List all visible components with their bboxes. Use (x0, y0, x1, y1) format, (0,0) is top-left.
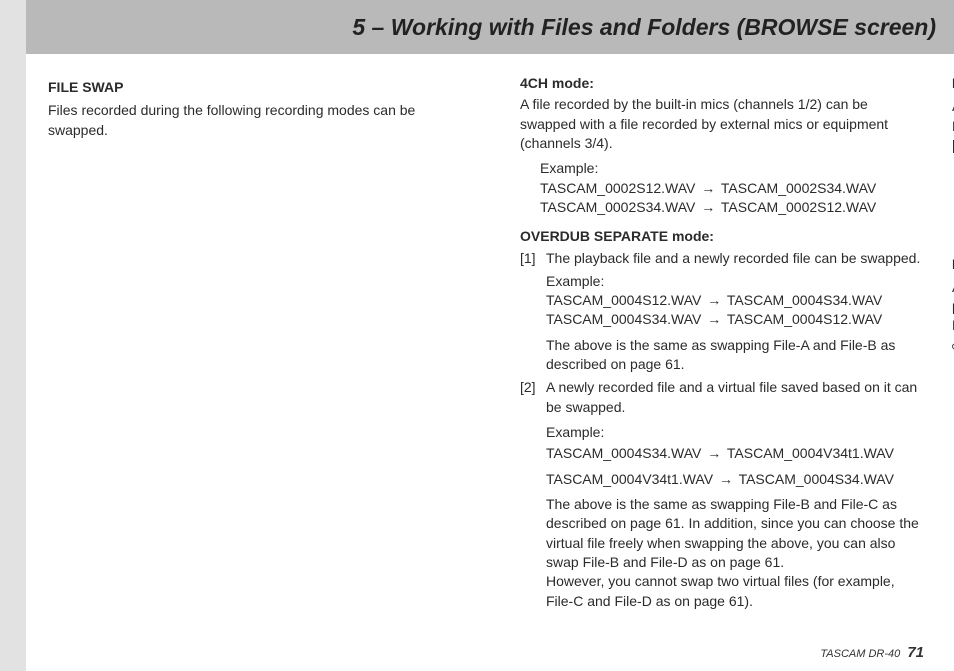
example-label: Example: (546, 272, 924, 291)
mode-4ch-body: A file recorded by the built-in mics (ch… (520, 95, 924, 153)
example-row: TASCAM_0002S34.WAV → TASCAM_0002S12.WAV (540, 198, 924, 217)
file-name: TASCAM_0004V34t1.WAV (727, 445, 894, 461)
file-name: TASCAM_0002S34.WAV (540, 199, 695, 215)
file-name: TASCAM_0002S12.WAV (540, 180, 695, 196)
example-row: TASCAM_0004S34.WAV → TASCAM_0004S12.WAV (546, 310, 924, 329)
list-number: [1] (520, 249, 546, 375)
page-footer: TASCAM DR-40 71 (820, 644, 924, 661)
example-label: Example: (540, 159, 924, 178)
file-name: TASCAM_0004V34t1.WAV (546, 471, 713, 487)
body-content: FILE SWAP Files recorded during the foll… (48, 74, 924, 631)
chapter-title: 5 – Working with Files and Folders (BROW… (352, 14, 936, 41)
mode-overdub-title: OVERDUB SEPARATE mode: (520, 227, 924, 246)
overdub-item2-body: A newly recorded file and a virtual file… (546, 378, 924, 417)
file-name: TASCAM_0004S34.WAV (546, 445, 701, 461)
overdub-item1-note: The above is the same as swapping File-A… (546, 336, 924, 375)
file-name: TASCAM_0004S34.WAV (739, 471, 894, 487)
example-row: TASCAM_0002S12.WAV → TASCAM_0002S34.WAV (540, 179, 924, 198)
arrow-icon: → (699, 179, 717, 198)
example-row: TASCAM_0004S34.WAV → TASCAM_0004V34t1.WA… (546, 444, 924, 463)
arrow-icon: → (705, 291, 723, 310)
footer-page-number: 71 (907, 644, 924, 661)
footer-model: TASCAM DR-40 (820, 648, 900, 660)
file-name: TASCAM_0004S34.WAV (546, 311, 701, 327)
file-name: TASCAM_0002S34.WAV (721, 180, 876, 196)
arrow-icon: → (717, 470, 735, 489)
example-label: Example: (546, 423, 924, 442)
file-swap-intro: Files recorded during the following reco… (48, 101, 472, 140)
file-name: TASCAM_0002S12.WAV (721, 199, 876, 215)
arrow-icon: → (705, 444, 723, 463)
overdub-item1-body: The playback file and a newly recorded f… (546, 249, 924, 268)
overdub-item2-note: The above is the same as swapping File-B… (546, 495, 924, 572)
arrow-icon: → (705, 310, 723, 329)
file-name: TASCAM_0004S34.WAV (727, 292, 882, 308)
chapter-header: 5 – Working with Files and Folders (BROW… (26, 0, 954, 54)
list-number: [2] (520, 378, 546, 610)
arrow-icon: → (699, 198, 717, 217)
file-name: TASCAM_0004S12.WAV (546, 292, 701, 308)
example-row: TASCAM_0004S12.WAV → TASCAM_0004S34.WAV (546, 291, 924, 310)
section-file-swap: FILE SWAP (48, 78, 472, 97)
example-row: TASCAM_0004V34t1.WAV → TASCAM_0004S34.WA… (546, 470, 924, 489)
overdub-item2-note2: However, you cannot swap two virtual fil… (546, 572, 924, 611)
mode-4ch-title: 4CH mode: (520, 74, 924, 93)
file-name: TASCAM_0004S12.WAV (727, 311, 882, 327)
page-gutter (0, 0, 26, 671)
